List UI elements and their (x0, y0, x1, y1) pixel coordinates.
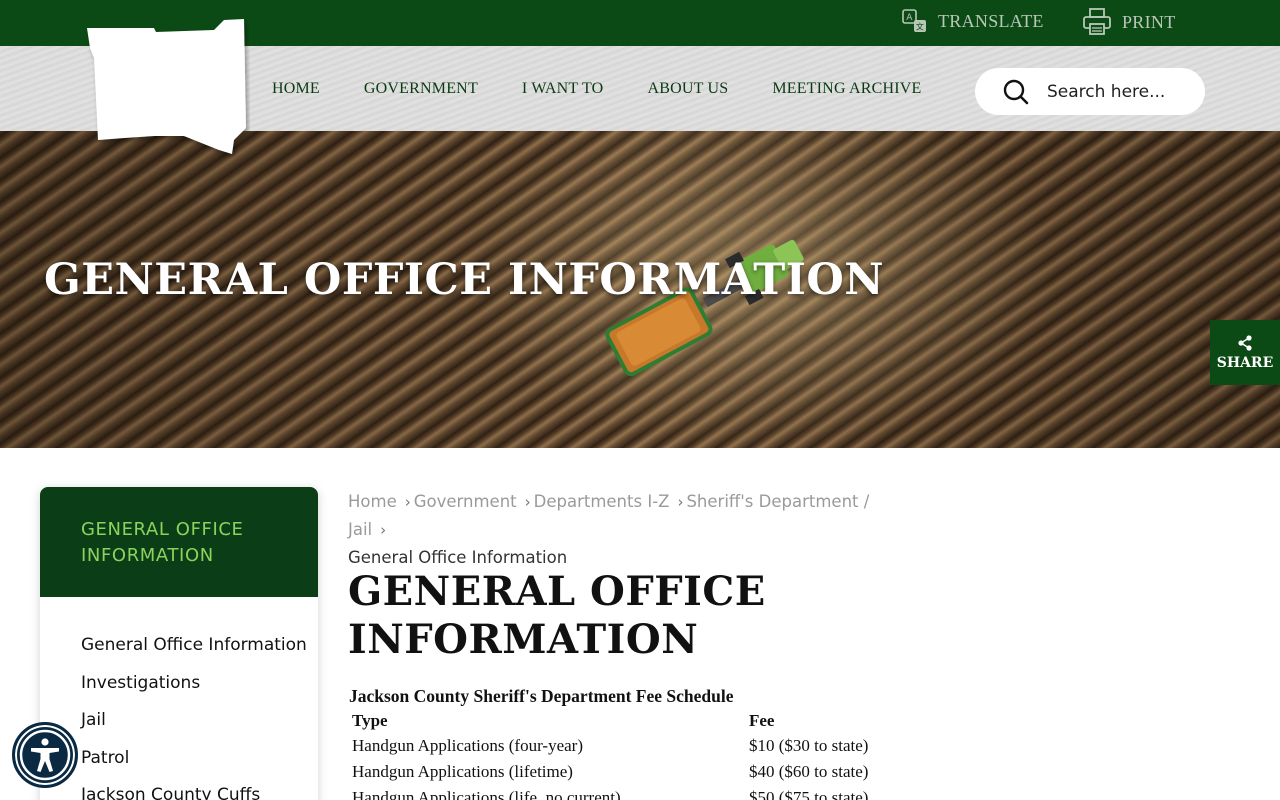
breadcrumb-separator: › (380, 521, 387, 539)
breadcrumb-separator: › (524, 493, 531, 511)
fee-schedule-caption: Jackson County Sheriff's Department Fee … (349, 686, 734, 706)
sidebar-heading: GENERAL OFFICE INFORMATION (81, 519, 244, 566)
table-header-row: Type Fee (350, 709, 907, 733)
table-cell-fee: $50 ($75 to state) (749, 788, 869, 800)
sidebar-item-jail[interactable]: Jail (81, 710, 318, 748)
nav-item-about-us[interactable]: ABOUT US (647, 80, 728, 98)
sidebar-header: GENERAL OFFICE INFORMATION (40, 487, 318, 597)
page-title: GENERAL OFFICE INFORMATION (348, 568, 766, 663)
table-cell-fee: $10 ($30 to state) (749, 736, 869, 755)
translate-label: TRANSLATE (938, 10, 1044, 31)
breadcrumb-home[interactable]: Home (348, 492, 397, 511)
table-cell-type: Handgun Applications (lifetime) (352, 762, 573, 781)
breadcrumb-separator: › (677, 493, 684, 511)
hero-title: GENERAL OFFICE INFORMATION (44, 255, 885, 305)
sidebar-menu: General Office Information Investigation… (40, 597, 318, 800)
translate-icon: A 文 (902, 9, 926, 32)
county-logo[interactable] (84, 18, 250, 158)
search-input[interactable] (1047, 81, 1187, 102)
table-row: Handgun Applications (four-year) $10 ($3… (350, 733, 907, 759)
translate-button[interactable]: A 文 TRANSLATE (902, 8, 1044, 34)
sidebar-item-patrol[interactable]: Patrol (81, 748, 318, 786)
print-label: PRINT (1122, 11, 1176, 32)
search-box[interactable] (975, 68, 1205, 115)
printer-icon (1083, 8, 1111, 35)
main-nav: HOME GOVERNMENT I WANT TO ABOUT US MEETI… (272, 46, 922, 131)
hero-banner: GENERAL OFFICE INFORMATION (0, 131, 1280, 448)
accessibility-button[interactable] (12, 722, 78, 788)
share-icon (1238, 334, 1252, 351)
sidebar-item-jackson-county-cuffs[interactable]: Jackson County Cuffs (81, 785, 318, 800)
share-button[interactable]: SHARE (1210, 320, 1280, 385)
table-cell-fee: $40 ($60 to state) (749, 762, 869, 781)
print-button[interactable]: PRINT (1082, 8, 1176, 36)
breadcrumb-departments-i-z[interactable]: Departments I-Z (534, 492, 670, 511)
table-cell-type: Handgun Applications (four-year) (352, 736, 583, 755)
search-icon[interactable] (1003, 79, 1029, 105)
table-row: Handgun Applications (life, no current) … (350, 785, 907, 800)
svg-text:A: A (906, 13, 913, 23)
table-header-fee: Fee (749, 711, 775, 730)
fee-schedule-table: Type Fee Handgun Applications (four-year… (350, 709, 907, 800)
table-cell-type: Handgun Applications (life, no current) (352, 788, 621, 800)
svg-text:文: 文 (916, 22, 924, 32)
nav-item-i-want-to[interactable]: I WANT TO (522, 80, 604, 98)
accessibility-icon (19, 729, 71, 781)
sidebar: GENERAL OFFICE INFORMATION General Offic… (40, 487, 318, 800)
nav-item-meeting-archive[interactable]: MEETING ARCHIVE (772, 80, 921, 98)
sidebar-item-general-office-information[interactable]: General Office Information (81, 635, 318, 673)
breadcrumb-separator: › (404, 493, 411, 511)
share-label: SHARE (1216, 354, 1274, 371)
breadcrumb-government[interactable]: Government (414, 492, 517, 511)
nav-item-government[interactable]: GOVERNMENT (364, 80, 478, 98)
table-row: Handgun Applications (lifetime) $40 ($60… (350, 759, 907, 785)
sidebar-item-investigations[interactable]: Investigations (81, 673, 318, 711)
table-header-type: Type (352, 711, 388, 730)
nav-item-home[interactable]: HOME (272, 80, 320, 98)
breadcrumb: Home › Government › Departments I-Z › Sheriff'… (348, 488, 908, 572)
